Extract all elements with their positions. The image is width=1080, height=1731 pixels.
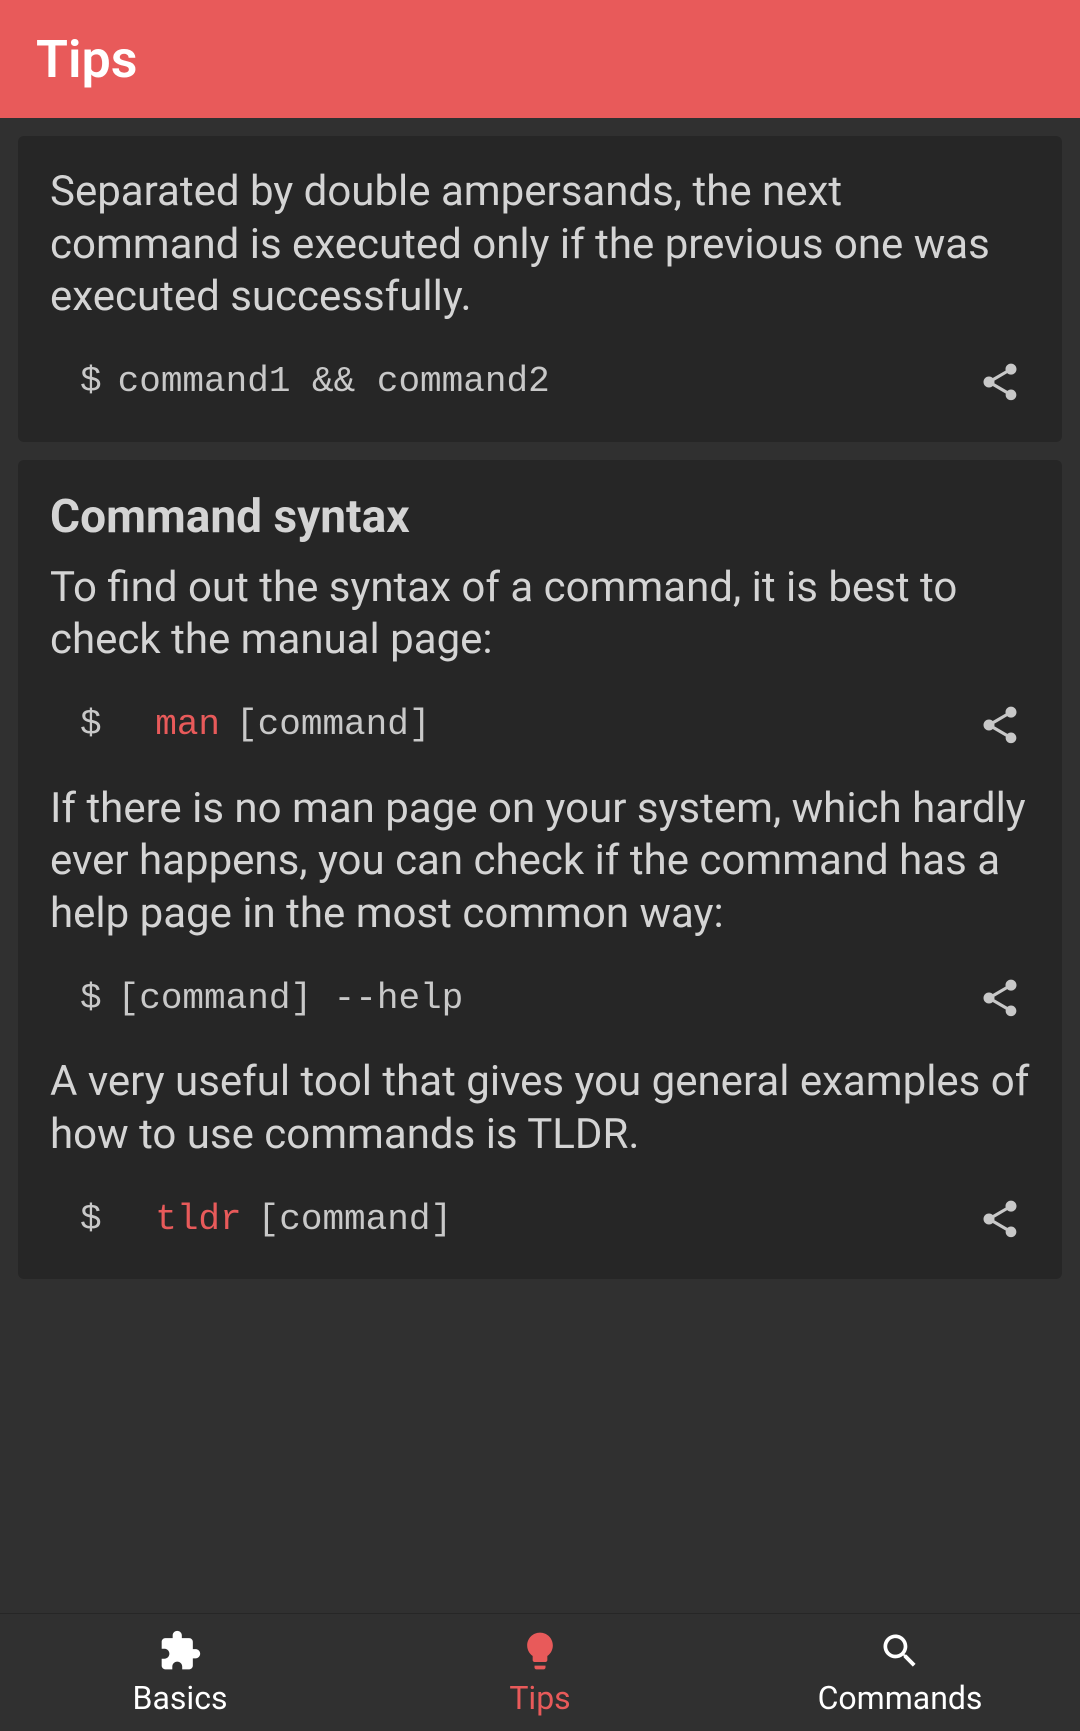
share-icon[interactable] — [978, 1197, 1022, 1241]
nav-basics[interactable]: Basics — [0, 1614, 360, 1731]
shell-prompt: $ — [80, 704, 102, 745]
code-text: command1 && command2 — [118, 361, 550, 402]
tip-title: Command syntax — [50, 490, 1030, 544]
lightbulb-icon — [518, 1629, 562, 1673]
shell-prompt: $ — [80, 978, 102, 1019]
tip-description: If there is no man page on your system, … — [50, 783, 1030, 941]
code-text: [command] — [258, 1199, 452, 1240]
content-area: Separated by double ampersands, the next… — [0, 118, 1080, 1613]
nav-label: Tips — [509, 1679, 570, 1717]
code-block: $ command1 && command2 — [80, 361, 550, 402]
nav-label: Commands — [818, 1679, 983, 1717]
shell-prompt: $ — [80, 361, 102, 402]
shell-prompt: $ — [80, 1199, 102, 1240]
code-block: $ tldr [command] — [80, 1199, 452, 1240]
nav-commands[interactable]: Commands — [720, 1614, 1080, 1731]
share-icon[interactable] — [978, 360, 1022, 404]
page-title: Tips — [36, 29, 137, 90]
search-icon — [878, 1629, 922, 1673]
share-icon[interactable] — [978, 976, 1022, 1020]
code-block: $ man [command] — [80, 704, 430, 745]
code-command: tldr — [155, 1199, 241, 1240]
code-example-row: $ tldr [command] — [50, 1197, 1030, 1241]
nav-tips[interactable]: Tips — [360, 1614, 720, 1731]
code-example-row: $ man [command] — [50, 703, 1030, 747]
code-example-row: $ [command] --help — [50, 976, 1030, 1020]
code-example-row: $ command1 && command2 — [50, 360, 1030, 404]
bottom-navigation: Basics Tips Commands — [0, 1613, 1080, 1731]
tip-card: Command syntax To find out the syntax of… — [18, 460, 1062, 1280]
code-text: [command] --help — [118, 978, 464, 1019]
nav-label: Basics — [133, 1679, 228, 1717]
code-command: man — [155, 704, 220, 745]
puzzle-icon — [158, 1629, 202, 1673]
app-header: Tips — [0, 0, 1080, 118]
tip-card: Separated by double ampersands, the next… — [18, 136, 1062, 442]
tip-description: Separated by double ampersands, the next… — [50, 166, 1030, 324]
share-icon[interactable] — [978, 703, 1022, 747]
tip-description: A very useful tool that gives you genera… — [50, 1056, 1030, 1161]
tip-description: To find out the syntax of a command, it … — [50, 562, 1030, 667]
code-text: [command] — [236, 704, 430, 745]
code-block: $ [command] --help — [80, 978, 463, 1019]
